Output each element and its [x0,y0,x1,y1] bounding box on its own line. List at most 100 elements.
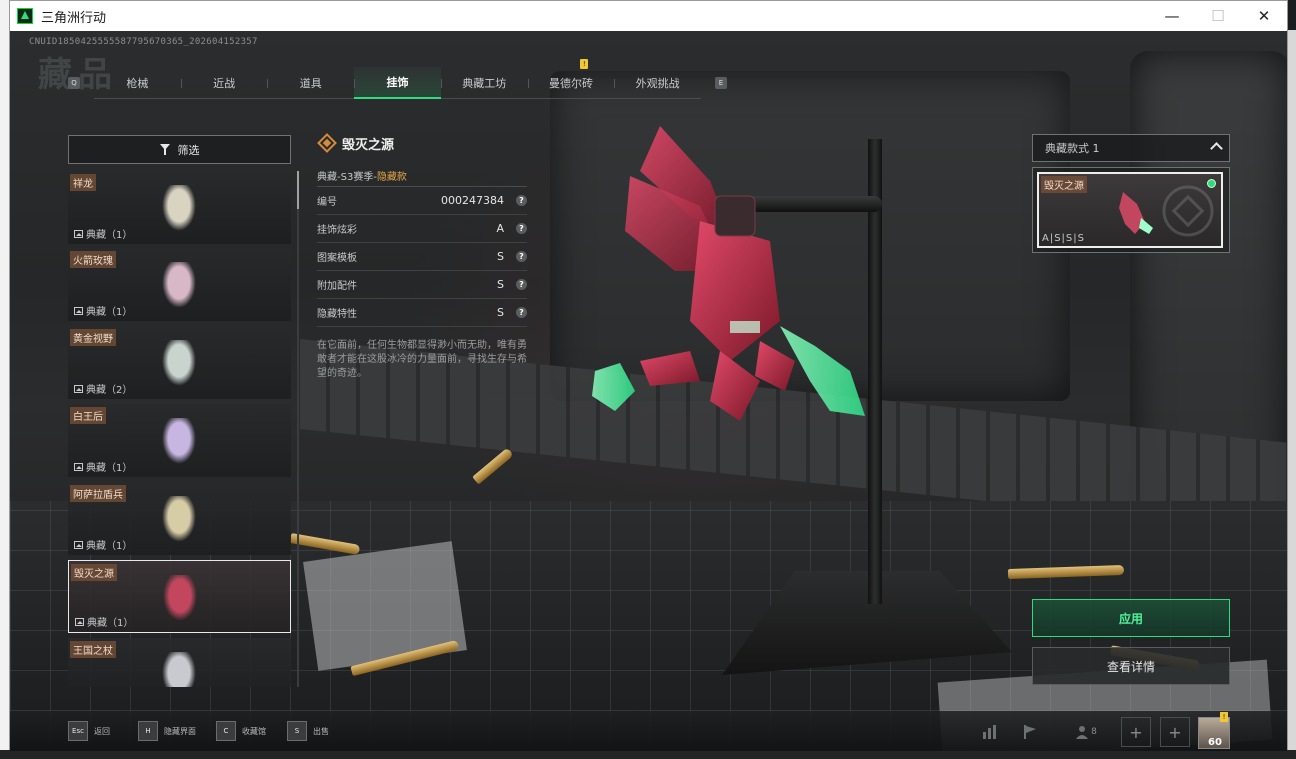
filter-icon [159,144,170,155]
flag-icon[interactable] [1015,717,1045,747]
view-detail-button[interactable]: 查看详情 [1032,647,1230,685]
charm-count: 典藏（1） [74,459,132,474]
detail-attribute-row: 挂饰炫彩 A? [317,215,527,243]
charm-list-item[interactable]: 王国之杖 [68,638,291,687]
tab-2[interactable]: 道具 [267,67,354,99]
charm-list-item[interactable]: 阿萨拉盾兵典藏（1） [68,482,291,555]
charm-thumbnail [163,575,197,621]
detail-attributes: 编号 000247384? 挂饰炫彩 A? 图案模板 S? 附加配件 S? 隐藏特性 S? [317,187,527,327]
tab-0[interactable]: 枪械 [94,67,181,99]
detail-season-text: 典藏-S3赛季- [317,172,377,183]
image-icon [75,617,84,626]
hotkey-label: 收藏馆 [242,726,266,736]
tab-4[interactable]: 典藏工坊 [440,67,528,99]
detail-attribute-row: 图案模板 S? [317,243,527,271]
help-icon[interactable]: ? [516,195,527,206]
charm-count: 典藏（1） [74,303,132,318]
tab-next-key-hint[interactable]: E [715,77,727,89]
preview-grade: A|S|S|S [1042,233,1085,244]
image-icon [74,540,83,549]
attribute-value: 000247384 [441,194,504,207]
image-icon [74,462,83,471]
charm-list-item[interactable]: 黄金视野典藏（2） [68,326,291,399]
stats-icon[interactable] [975,717,1005,747]
add-squad-slot-button[interactable]: + [1160,717,1190,747]
tab-5[interactable]: 曼德尔砖! [527,59,615,99]
player-level: 60 [1208,737,1222,748]
friends-button[interactable]: 8 [1066,717,1106,747]
charm-name: 阿萨拉盾兵 [70,485,126,502]
charm-count: 典藏（2） [74,381,132,396]
charm-name: 毁灭之源 [71,564,117,581]
charm-count-text: 典藏（1） [86,541,133,552]
attribute-key: 编号 [317,197,337,208]
attribute-key: 附加配件 [317,281,357,292]
style-preview-card[interactable]: 毁灭之源 A|S|S|S [1032,167,1230,253]
charm-list-item[interactable]: 毁灭之源典藏（1） [68,560,291,633]
app-logo-icon [17,8,33,24]
charm-count: 典藏（1） [74,226,132,241]
charm-name: 黄金视野 [70,329,116,346]
charm-list-scrollbar[interactable] [297,171,299,687]
close-button[interactable]: ✕ [1241,1,1287,31]
charm-list[interactable]: 祥龙 典藏（1） 火箭玫瑰 典藏（1） 黄金视野 典藏（2） 白王后 典藏（1） 阿萨拉盾兵 典藏… [68,171,291,687]
style-select-label: 典藏款式 1 [1045,142,1100,155]
detail-season: 典藏-S3赛季- 隐藏款 [317,165,527,187]
title-bar[interactable]: 三角洲行动 — ☐ ✕ [10,1,1287,31]
help-icon[interactable]: ? [516,307,527,318]
avatar-notification-badge: ! [1220,712,1228,722]
filter-label: 筛选 [177,143,200,157]
tab-label: 曼德尔砖 [548,77,593,90]
charm-count-text: 典藏（1） [86,463,133,474]
help-icon[interactable]: ? [516,223,527,234]
tab-label: 典藏工坊 [462,77,507,90]
image-icon [74,229,83,238]
help-icon[interactable]: ? [516,279,527,290]
charm-count: 典藏（1） [75,614,133,629]
rarity-diamond-icon [317,133,337,153]
tab-1[interactable]: 近战 [180,67,268,99]
filter-button[interactable]: 筛选 [68,135,291,164]
charm-count-text: 典藏（1） [86,307,133,318]
hotkey-hint[interactable]: Esc 返回 [68,721,110,741]
attribute-value: S [497,278,504,291]
hotkey-hint[interactable]: C 收藏馆 [216,721,266,741]
equipped-indicator [1207,179,1216,188]
tab-label: 外观挑战 [635,77,680,90]
hotkey-keycap: S [287,721,307,741]
charm-list-item[interactable]: 火箭玫瑰 典藏（1） [68,248,291,321]
detail-attribute-row: 隐藏特性 S? [317,299,527,327]
detail-hidden-tag: 隐藏款 [376,172,407,183]
style-preview-selected[interactable]: 毁灭之源 A|S|S|S [1037,172,1223,248]
charm-thumbnail [162,185,196,231]
apply-button[interactable]: 应用 [1032,599,1230,637]
charm-thumbnail [162,340,196,386]
hotkey-label: 出售 [313,726,329,736]
tab-prev-key-hint[interactable]: Q [68,77,80,89]
charm-thumbnail [162,496,196,542]
tab-3[interactable]: 挂饰 [354,67,441,99]
tab-label: 道具 [299,77,322,90]
image-icon [74,306,83,315]
charm-model-dragon[interactable] [580,121,880,441]
charm-thumbnail [162,262,196,308]
style-select-dropdown[interactable]: 典藏款式 1 [1032,134,1230,162]
add-squad-slot-button[interactable]: + [1121,717,1151,747]
charm-list-item[interactable]: 白王后 典藏（1） [68,404,291,477]
tab-notification-badge: ! [580,59,589,69]
maximize-button[interactable]: ☐ [1195,1,1241,31]
charm-list-item[interactable]: 祥龙 典藏（1） [68,171,291,244]
image-icon [74,384,83,393]
friends-count: 8 [1091,727,1097,737]
attribute-value: A [496,222,504,235]
detail-header: 毁灭之源 [317,131,527,155]
attribute-key: 隐藏特性 [317,309,357,320]
charm-count-text: 典藏（1） [86,230,133,241]
hotkey-hint[interactable]: S 出售 [287,721,329,741]
hotkey-hint[interactable]: H 隐藏界面 [138,721,196,741]
background-desktop [0,0,9,759]
tab-6[interactable]: 外观挑战 [614,67,701,99]
minimize-button[interactable]: — [1149,1,1195,31]
help-icon[interactable]: ? [516,251,527,262]
detail-item-name: 毁灭之源 [342,137,395,153]
